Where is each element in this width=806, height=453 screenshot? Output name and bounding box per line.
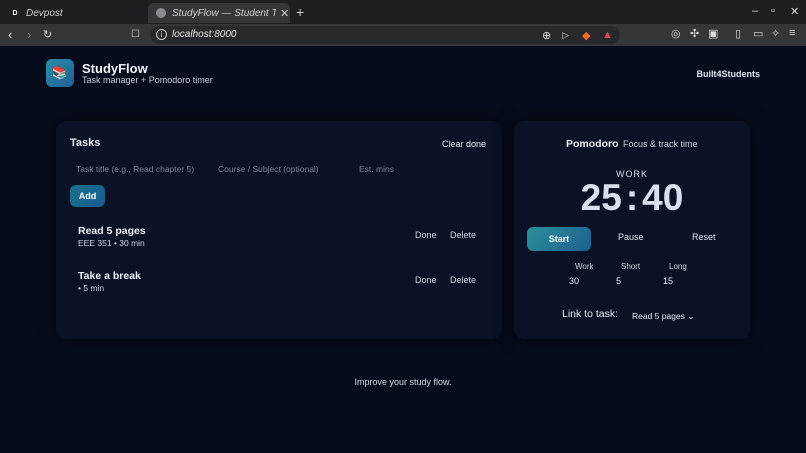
tab-devpost[interactable]: D Devpost xyxy=(4,3,144,23)
maximize-icon[interactable]: ▫ xyxy=(771,5,775,17)
new-tab-button[interactable]: + xyxy=(296,4,304,20)
link-task-value: Read 5 pages xyxy=(632,311,685,321)
reset-button[interactable]: Reset xyxy=(692,232,716,242)
task-title-input[interactable] xyxy=(76,161,208,177)
pomodoro-card: Pomodoro Focus & track time WORK 25:40 S… xyxy=(514,121,750,339)
sidebar-icon[interactable]: ▯ xyxy=(735,27,741,40)
forward-icon[interactable]: › xyxy=(27,27,31,42)
work-duration-label: Work xyxy=(575,262,594,271)
send-icon[interactable]: ▷ xyxy=(562,30,569,41)
work-duration-input[interactable]: 30 xyxy=(569,276,579,286)
start-button[interactable]: Start xyxy=(527,227,591,251)
task-name: Take a break xyxy=(78,270,141,282)
back-icon[interactable]: ‹ xyxy=(8,27,12,42)
est-mins-input[interactable] xyxy=(359,161,449,177)
incognito-icon[interactable]: ◎ xyxy=(671,27,681,40)
tab-title: StudyFlow — Student Task xyxy=(172,7,276,19)
long-break-input[interactable]: 15 xyxy=(663,276,673,286)
long-break-label: Long xyxy=(669,262,687,271)
delete-button[interactable]: Delete xyxy=(450,230,476,240)
globe-favicon-icon xyxy=(156,8,166,18)
built4students-link[interactable]: Built4Students xyxy=(696,69,760,79)
short-break-input[interactable]: 5 xyxy=(616,276,621,286)
add-task-button[interactable]: Add xyxy=(70,185,105,207)
rewards-icon[interactable]: ▲ xyxy=(602,29,613,41)
wallet-icon[interactable]: ▭ xyxy=(753,27,763,40)
screenshot-icon[interactable]: ▣ xyxy=(708,27,718,40)
task-item: Read 5 pages EEE 351 • 30 min Done Delet… xyxy=(78,225,488,255)
task-meta: EEE 351 • 30 min xyxy=(78,238,145,248)
course-input[interactable] xyxy=(218,161,348,177)
menu-icon[interactable]: ≡ xyxy=(789,27,795,39)
minimize-icon[interactable]: – xyxy=(752,5,758,17)
timer-seconds: 40 xyxy=(642,177,684,218)
leo-ai-icon[interactable]: ✧ xyxy=(771,27,780,40)
brave-shield-icon[interactable]: ◆ xyxy=(582,29,590,42)
link-to-task-label: Link to task: xyxy=(562,308,619,320)
task-name: Read 5 pages xyxy=(78,225,146,237)
app-tagline: Task manager + Pomodoro timer xyxy=(82,75,213,85)
bookmark-icon[interactable]: ☐ xyxy=(131,29,140,40)
pomodoro-title: Pomodoro xyxy=(566,138,619,150)
zoom-icon[interactable]: ⊕ xyxy=(542,29,551,42)
close-window-icon[interactable]: ✕ xyxy=(790,5,799,18)
page: 📚 StudyFlow Task manager + Pomodoro time… xyxy=(0,46,806,453)
url-text: localhost:8000 xyxy=(172,29,237,40)
done-button[interactable]: Done xyxy=(415,230,437,240)
task-item: Take a break • 5 min Done Delete xyxy=(78,270,488,300)
clear-done-button[interactable]: Clear done xyxy=(442,139,486,149)
short-break-label: Short xyxy=(621,262,641,271)
site-info-icon[interactable]: i xyxy=(156,29,167,40)
app-name: StudyFlow xyxy=(82,61,148,76)
chevron-down-icon: ⌄ xyxy=(687,311,695,321)
browser-toolbar: ‹ › ↻ ☐ i localhost:8000 ⊕ ▷ ◆ ▲ ◎ ✣ ▣ ▯… xyxy=(0,24,806,46)
timer-display: 25:40 xyxy=(580,177,684,218)
task-meta: • 5 min xyxy=(78,283,105,293)
devpost-favicon-icon: D xyxy=(10,8,20,18)
extensions-icon[interactable]: ✣ xyxy=(690,27,699,40)
tab-studyflow[interactable]: StudyFlow — Student Task ✕ xyxy=(148,3,290,23)
done-button[interactable]: Done xyxy=(415,275,437,285)
tab-title: Devpost xyxy=(26,7,63,19)
reload-icon[interactable]: ↻ xyxy=(43,28,52,41)
link-task-select[interactable]: Read 5 pages ⌄ xyxy=(632,311,694,322)
pause-button[interactable]: Pause xyxy=(618,232,644,242)
close-tab-icon[interactable]: ✕ xyxy=(280,7,289,20)
tasks-card: Tasks Clear done Add Read 5 pages EEE 35… xyxy=(56,121,502,339)
delete-button[interactable]: Delete xyxy=(450,275,476,285)
browser-tab-strip: D Devpost StudyFlow — Student Task ✕ + –… xyxy=(0,0,806,24)
tasks-title: Tasks xyxy=(70,137,101,149)
address-bar[interactable]: i localhost:8000 ⊕ ▷ ◆ ▲ xyxy=(150,26,620,44)
timer-minutes: 25 xyxy=(580,177,622,218)
footer-text: Improve your study flow. xyxy=(354,377,452,387)
books-icon: 📚 xyxy=(46,59,74,87)
pomodoro-subtitle: Focus & track time xyxy=(623,139,698,149)
